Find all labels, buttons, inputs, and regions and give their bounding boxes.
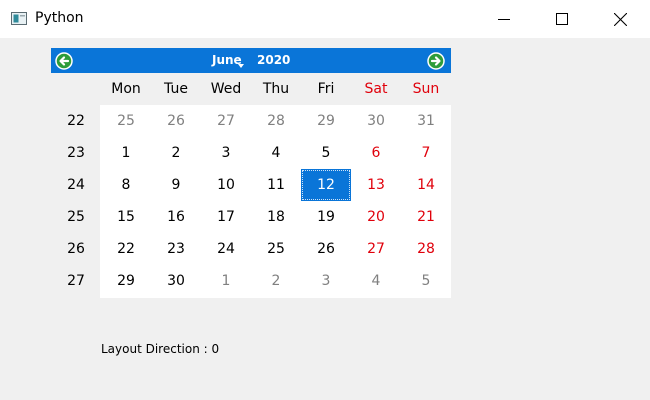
day-cell[interactable]: 13: [351, 169, 401, 201]
day-cell[interactable]: 11: [251, 169, 301, 201]
day-cell[interactable]: 6: [351, 137, 401, 169]
week-number: 25: [67, 209, 85, 225]
selected-day-cell[interactable]: 12: [301, 169, 351, 201]
week-number: 23: [67, 145, 85, 161]
app-window-icon: [11, 12, 27, 25]
day-cell[interactable]: 16: [151, 201, 201, 233]
maximize-button[interactable]: [533, 0, 591, 38]
day-cell[interactable]: 4: [351, 265, 401, 297]
day-cell[interactable]: 7: [401, 137, 451, 169]
day-cell[interactable]: 26: [151, 105, 201, 137]
minimize-icon: [498, 19, 510, 20]
weekday-header-sun: Sun: [412, 81, 440, 97]
day-cell[interactable]: 27: [351, 233, 401, 265]
day-cell[interactable]: 2: [151, 137, 201, 169]
day-cell[interactable]: 3: [201, 137, 251, 169]
day-cell[interactable]: 22: [101, 233, 151, 265]
day-cell[interactable]: 14: [401, 169, 451, 201]
day-cell[interactable]: 27: [201, 105, 251, 137]
day-cell[interactable]: 30: [351, 105, 401, 137]
layout-direction-label: Layout Direction : 0: [101, 342, 220, 356]
day-cell[interactable]: 18: [251, 201, 301, 233]
day-cell[interactable]: 3: [301, 265, 351, 297]
calendar-navigation-bar: June 2020: [51, 48, 451, 73]
weekday-header-thu: Thu: [262, 81, 290, 97]
weekday-header-sat: Sat: [364, 81, 388, 97]
day-cell[interactable]: 10: [201, 169, 251, 201]
weekday-header-tue: Tue: [164, 81, 188, 97]
next-month-arrow-icon[interactable]: [426, 51, 446, 71]
day-cell[interactable]: 17: [201, 201, 251, 233]
day-cell[interactable]: 5: [401, 265, 451, 297]
year-button[interactable]: 2020: [257, 53, 290, 67]
day-cell[interactable]: 30: [151, 265, 201, 297]
day-cell[interactable]: 4: [251, 137, 301, 169]
day-cell[interactable]: 29: [101, 265, 151, 297]
week-number: 27: [67, 273, 85, 289]
title-bar: Python: [0, 0, 650, 38]
day-cell[interactable]: 28: [251, 105, 301, 137]
maximize-icon: [556, 13, 568, 25]
day-cell[interactable]: 15: [101, 201, 151, 233]
day-cell[interactable]: 28: [401, 233, 451, 265]
week-number: 22: [67, 113, 85, 129]
day-cell[interactable]: 9: [151, 169, 201, 201]
day-cell[interactable]: 1: [101, 137, 151, 169]
day-cell[interactable]: 19: [301, 201, 351, 233]
day-cell[interactable]: 29: [301, 105, 351, 137]
day-cell[interactable]: 20: [351, 201, 401, 233]
day-cell[interactable]: 24: [201, 233, 251, 265]
day-cell[interactable]: 5: [301, 137, 351, 169]
weekday-header-wed: Wed: [210, 81, 242, 97]
day-cell[interactable]: 23: [151, 233, 201, 265]
window-title: Python: [35, 10, 84, 26]
month-dropdown-icon: [238, 64, 244, 68]
day-cell[interactable]: 2: [251, 265, 301, 297]
day-cell[interactable]: 25: [251, 233, 301, 265]
minimize-button[interactable]: [475, 0, 533, 38]
calendar-widget: June 2020 Mon Tue Wed Thu Fri Sat Sun 22 23 24 25 2…: [51, 48, 451, 298]
day-cell[interactable]: 8: [101, 169, 151, 201]
day-cell[interactable]: 26: [301, 233, 351, 265]
week-number: 24: [67, 177, 85, 193]
day-cell[interactable]: 21: [401, 201, 451, 233]
close-icon: [613, 12, 627, 26]
week-number: 26: [67, 241, 85, 257]
close-button[interactable]: [591, 0, 649, 38]
day-cell[interactable]: 25: [101, 105, 151, 137]
day-cell[interactable]: 31: [401, 105, 451, 137]
weekday-header-mon: Mon: [111, 81, 141, 97]
day-cell[interactable]: 1: [201, 265, 251, 297]
prev-month-arrow-icon[interactable]: [54, 51, 74, 71]
weekday-header-fri: Fri: [317, 81, 335, 97]
